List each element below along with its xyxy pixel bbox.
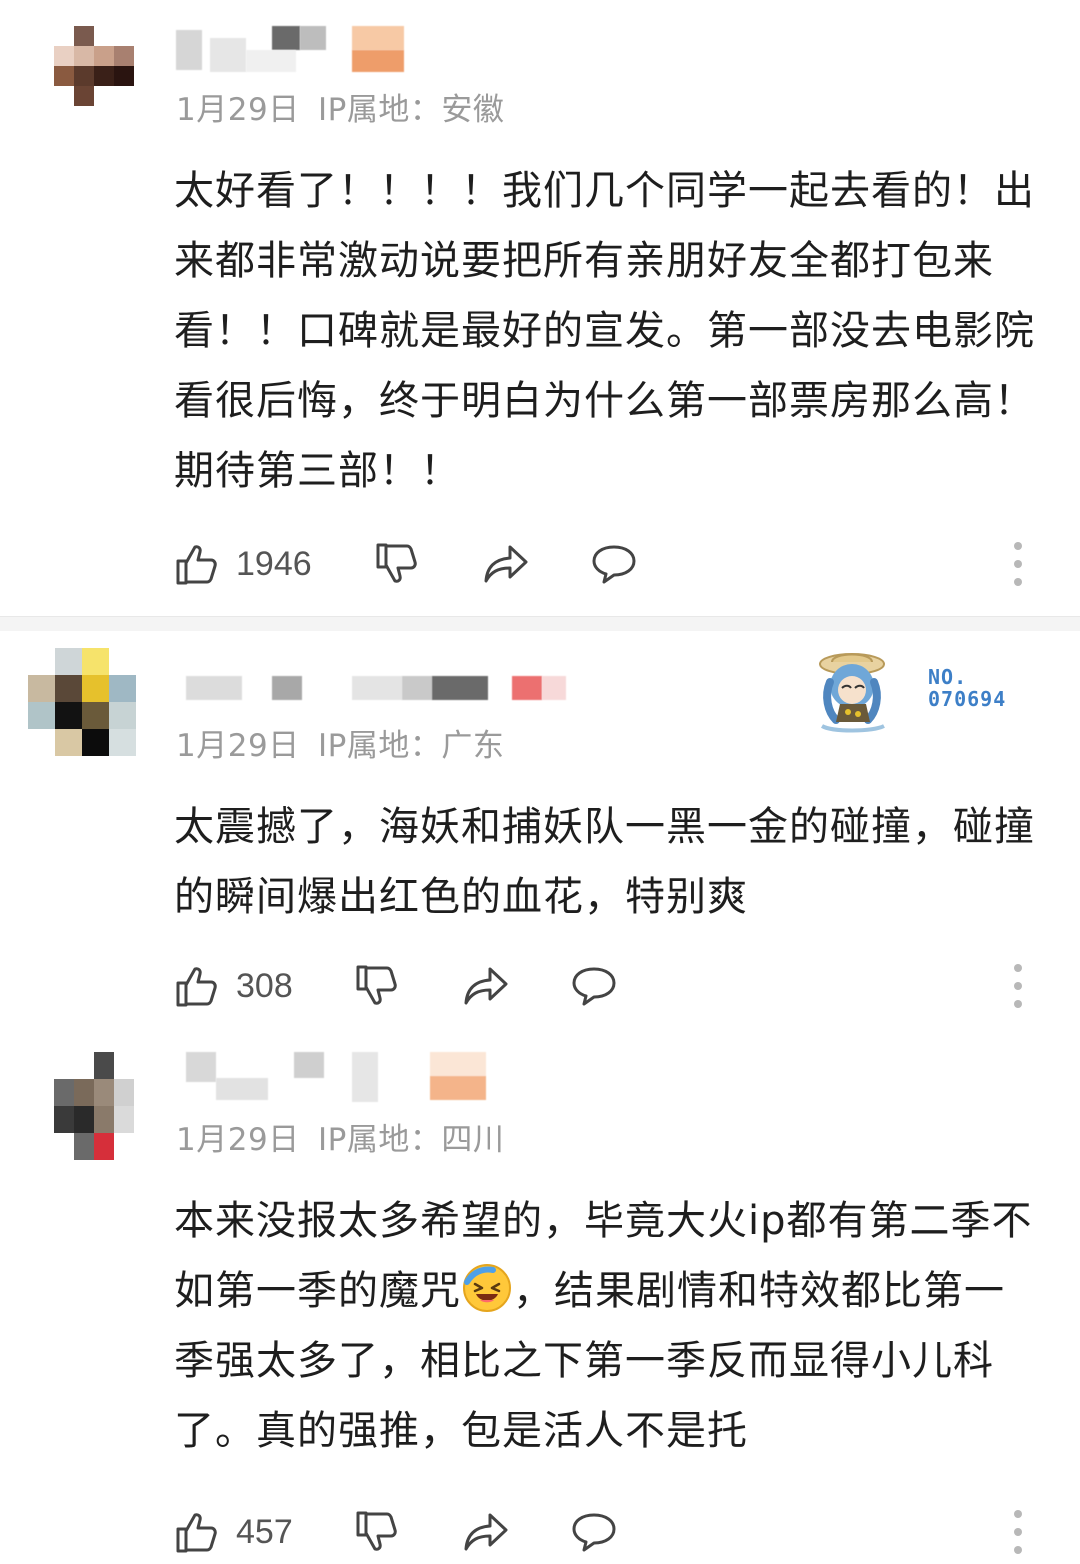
reply-button[interactable] — [570, 1506, 618, 1558]
username-blurred[interactable] — [176, 1052, 536, 1104]
more-options-button[interactable] — [1012, 960, 1024, 1012]
anime-character-badge-icon — [819, 653, 885, 733]
comment-date: 1月29日 — [176, 728, 300, 764]
more-vertical-icon — [1014, 542, 1022, 550]
share-button[interactable] — [462, 960, 510, 1012]
like-count: 308 — [236, 966, 293, 1005]
share-icon — [484, 545, 528, 583]
reply-bubble-icon — [592, 545, 636, 584]
comment-meta: 1月29日 IP属地：安徽 — [176, 84, 504, 129]
thumbs-up-icon — [176, 545, 217, 585]
reply-bubble-icon — [572, 967, 616, 1006]
fan-badge[interactable]: NO. 070694 — [808, 646, 1038, 736]
laughing-crying-emoji-icon — [463, 1264, 511, 1312]
ip-location: 广东 — [441, 728, 505, 764]
comment-actions: 308 — [174, 960, 1054, 1012]
dislike-button[interactable] — [374, 538, 420, 590]
comment-date: 1月29日 — [176, 1122, 300, 1158]
share-button[interactable] — [482, 538, 530, 590]
share-button[interactable] — [462, 1506, 510, 1558]
reply-button[interactable] — [590, 538, 638, 590]
reply-bubble-icon — [572, 1513, 616, 1552]
comment-meta: 1月29日 IP属地：四川 — [176, 1114, 504, 1159]
thumbs-up-icon — [176, 967, 217, 1007]
ip-label: IP属地： — [318, 728, 442, 764]
share-icon — [464, 1513, 508, 1551]
thumbs-down-icon — [376, 543, 417, 583]
comment-meta: 1月29日 IP属地：广东 — [176, 720, 504, 765]
avatar[interactable] — [28, 648, 136, 756]
comment-text: 太好看了！！！！我们几个同学一起去看的！出来都非常激动说要把所有亲朋好友全都打包… — [174, 168, 1035, 494]
thumbs-down-icon — [356, 1511, 397, 1551]
comment-date: 1月29日 — [176, 92, 300, 128]
like-button[interactable]: 1946 — [174, 538, 312, 590]
thumbs-down-icon — [356, 965, 397, 1005]
username-blurred[interactable] — [176, 670, 576, 722]
ip-location: 安徽 — [441, 92, 505, 128]
like-button[interactable]: 457 — [174, 1506, 293, 1558]
comment-item: 1月29日 IP属地：四川 本来没报太多希望的，毕竟大火ip都有第二季不如第一季… — [0, 1022, 1080, 1564]
comment-text: 本来没报太多希望的，毕竟大火ip都有第二季不如第一季的魔咒 ，结果剧情和特效都比… — [174, 1186, 1044, 1466]
like-count: 457 — [236, 1512, 293, 1551]
divider — [0, 616, 1080, 631]
more-vertical-icon — [1014, 964, 1022, 972]
thumbs-up-icon — [176, 1513, 217, 1553]
comment-item: 1月29日 IP属地：安徽 太好看了！！！！我们几个同学一起去看的！出来都非常激… — [0, 0, 1080, 630]
reply-button[interactable] — [570, 960, 618, 1012]
badge-number: NO. 070694 — [928, 665, 1007, 711]
username-blurred[interactable] — [176, 24, 536, 76]
comment-actions: 457 — [174, 1506, 1054, 1558]
ip-label: IP属地： — [318, 92, 442, 128]
avatar[interactable] — [54, 1052, 134, 1160]
comment-actions: 1946 — [174, 538, 1054, 590]
comment-text: 太震撼了，海妖和捕妖队一黑一金的碰撞，碰撞的瞬间爆出红色的血花，特别爽 — [174, 804, 1035, 920]
dislike-button[interactable] — [354, 960, 400, 1012]
avatar[interactable] — [54, 26, 134, 106]
comment-item: NO. 070694 1月29日 IP属地：广东 太震撼了，海妖和捕妖队一黑一金… — [0, 630, 1080, 1022]
more-options-button[interactable] — [1012, 1506, 1024, 1558]
share-icon — [464, 967, 508, 1005]
ip-label: IP属地： — [318, 1122, 442, 1158]
ip-location: 四川 — [441, 1122, 505, 1158]
like-button[interactable]: 308 — [174, 960, 293, 1012]
more-vertical-icon — [1014, 1510, 1022, 1518]
dislike-button[interactable] — [354, 1506, 400, 1558]
like-count: 1946 — [236, 544, 312, 583]
more-options-button[interactable] — [1012, 538, 1024, 590]
